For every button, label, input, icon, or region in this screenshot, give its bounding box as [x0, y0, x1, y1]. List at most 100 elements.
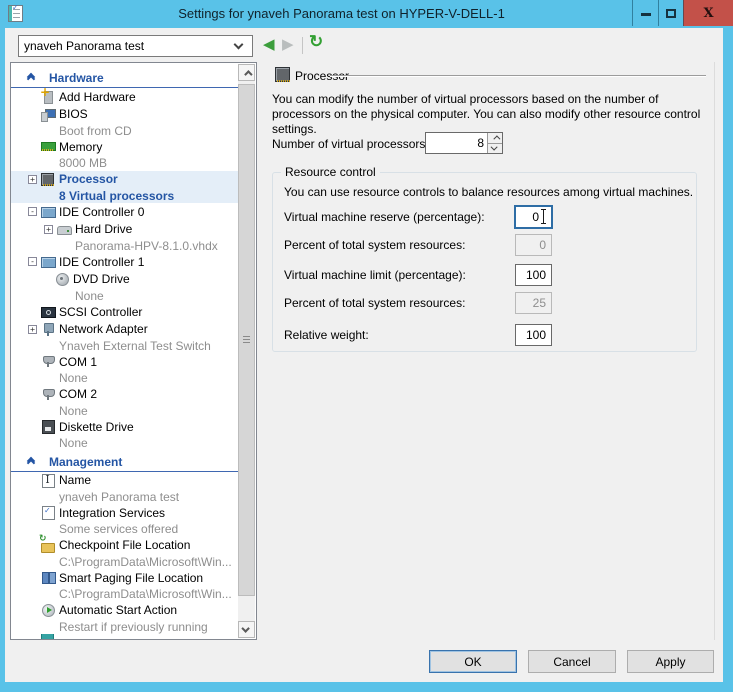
- sidebar-item-bios[interactable]: BIOS: [11, 106, 238, 124]
- text-cursor-icon: [543, 209, 544, 224]
- sidebar-scrollbar[interactable]: [238, 64, 255, 638]
- com-port-icon: [41, 355, 55, 368]
- stepper-buttons: [487, 133, 502, 153]
- sidebar-item-label: Processor: [59, 172, 118, 186]
- name-icon: [41, 474, 55, 487]
- add-hardware-icon: [41, 90, 55, 103]
- sidebar-item-processor[interactable]: + Processor: [11, 171, 238, 189]
- sidebar-item-sublabel: None: [11, 371, 238, 386]
- sidebar-item-checkpoint-file-location[interactable]: Checkpoint File Location: [11, 537, 238, 555]
- sidebar-section-management[interactable]: Management: [11, 453, 238, 472]
- sidebar-item-sublabel: None: [11, 436, 238, 451]
- sidebar-item-label: IDE Controller 0: [59, 205, 144, 219]
- chevron-down-icon: [234, 40, 244, 50]
- sidebar-item-sublabel: Restart if previously running: [11, 619, 238, 634]
- memory-icon: [41, 140, 55, 153]
- smart-paging-icon: [41, 571, 55, 584]
- sidebar-item-diskette-drive[interactable]: Diskette Drive: [11, 418, 238, 436]
- spin-up-button[interactable]: [488, 133, 502, 144]
- sidebar-item-automatic-start-action[interactable]: Automatic Start Action: [11, 602, 238, 620]
- checkpoint-icon: [41, 539, 55, 552]
- sidebar-item-label: BIOS: [59, 107, 88, 121]
- expander-icon[interactable]: +: [28, 325, 37, 334]
- sidebar-item-scsi-controller[interactable]: SCSI Controller: [11, 303, 238, 321]
- titlebar[interactable]: Settings for ynaveh Panorama test on HYP…: [0, 0, 733, 28]
- sidebar-item-label: Smart Paging File Location: [59, 571, 203, 585]
- settings-dialog: Settings for ynaveh Panorama test on HYP…: [0, 0, 733, 692]
- ide-controller-icon: [41, 205, 55, 218]
- scroll-up-button[interactable]: [238, 64, 255, 81]
- back-button[interactable]: ◀: [263, 36, 275, 54]
- sidebar-item-sublabel: C:\ProgramData\Microsoft\Win...: [11, 554, 238, 569]
- minimize-icon: [641, 13, 651, 16]
- minimize-button[interactable]: [632, 0, 658, 26]
- processor-chip-icon: [275, 67, 290, 82]
- vm-reserve-input[interactable]: [515, 206, 552, 228]
- sidebar-item-hard-drive[interactable]: + Hard Drive: [11, 221, 238, 239]
- scsi-controller-icon: [41, 305, 55, 318]
- close-icon: X: [703, 6, 713, 21]
- sidebar-item-label: Add Hardware: [59, 90, 136, 104]
- vp-count-stepper[interactable]: [425, 132, 503, 154]
- chevron-down-icon: [490, 143, 497, 150]
- sidebar-item-sublabel: None: [11, 403, 238, 418]
- sidebar-item-add-hardware[interactable]: Add Hardware: [11, 88, 238, 106]
- panel-edge-line: [714, 62, 715, 640]
- spin-down-button[interactable]: [488, 144, 502, 154]
- sidebar-item-sublabel: 8 Virtual processors: [11, 188, 238, 203]
- resource-control-groupbox: Resource control You can use resource co…: [272, 172, 697, 352]
- vp-count-input[interactable]: [426, 133, 487, 153]
- refresh-button[interactable]: ↻: [309, 33, 323, 51]
- section-label: Management: [49, 455, 122, 469]
- relative-weight-input[interactable]: [515, 324, 552, 346]
- section-label: Hardware: [49, 71, 104, 85]
- collapse-chevron-icon: [28, 74, 38, 82]
- dvd-drive-icon: [55, 273, 69, 286]
- cancel-button[interactable]: Cancel: [528, 650, 616, 673]
- sidebar-item-name[interactable]: Name: [11, 472, 238, 490]
- sidebar-item-label: Memory: [59, 140, 102, 154]
- expander-icon[interactable]: +: [44, 225, 53, 234]
- sidebar-item-com-2[interactable]: COM 2: [11, 386, 238, 404]
- settings-tree: Hardware Add Hardware BIOS Boot from CD …: [10, 62, 257, 640]
- sidebar-item-label: Network Adapter: [59, 322, 148, 336]
- sidebar-item-smart-paging-file-location[interactable]: Smart Paging File Location: [11, 569, 238, 587]
- sidebar-item-sublabel: ynaveh Panorama test: [11, 489, 238, 504]
- sidebar-item-label: COM 2: [59, 387, 97, 401]
- maximize-button[interactable]: [658, 0, 683, 26]
- sidebar-item-integration-services[interactable]: Integration Services: [11, 504, 238, 522]
- sidebar-item-label: Automatic Start Action: [59, 603, 177, 617]
- sidebar-item-label: COM 1: [59, 355, 97, 369]
- sidebar-item-network-adapter[interactable]: + Network Adapter: [11, 321, 238, 339]
- expander-icon[interactable]: -: [28, 257, 37, 266]
- integration-services-icon: [41, 506, 55, 519]
- sidebar-item-ide-controller-0[interactable]: - IDE Controller 0: [11, 203, 238, 221]
- vm-selector-combobox[interactable]: ynaveh Panorama test: [18, 35, 253, 57]
- sidebar-item-ide-controller-1[interactable]: - IDE Controller 1: [11, 253, 238, 271]
- app-icon: [8, 5, 23, 22]
- reserve-percent-label: Percent of total system resources:: [284, 238, 465, 252]
- sidebar-item-label: Diskette Drive: [59, 420, 134, 434]
- vm-limit-input[interactable]: [515, 264, 552, 286]
- expander-icon[interactable]: -: [28, 207, 37, 216]
- ok-button[interactable]: OK: [429, 650, 517, 673]
- hard-drive-icon: [57, 223, 71, 236]
- close-button[interactable]: X: [683, 0, 733, 26]
- sidebar-item-sublabel: Panorama-HPV-8.1.0.vhdx: [11, 238, 238, 253]
- sidebar-item-label: Hard Drive: [75, 222, 132, 236]
- toolbar-separator: [302, 37, 303, 54]
- sidebar-item-memory[interactable]: Memory: [11, 138, 238, 156]
- sidebar-item-com-1[interactable]: COM 1: [11, 353, 238, 371]
- sidebar-item-sublabel: 8000 MB: [11, 156, 238, 171]
- expander-icon[interactable]: +: [28, 175, 37, 184]
- chevron-up-icon: [244, 70, 252, 78]
- autostart-icon: [41, 604, 55, 617]
- relative-weight-label: Relative weight:: [284, 328, 369, 342]
- sidebar-item-dvd-drive[interactable]: DVD Drive: [11, 271, 238, 289]
- scrollbar-thumb[interactable]: [238, 84, 255, 596]
- apply-button[interactable]: Apply: [627, 650, 714, 673]
- scroll-down-button[interactable]: [238, 621, 255, 638]
- sidebar-item-label: DVD Drive: [73, 272, 130, 286]
- vm-reserve-label: Virtual machine reserve (percentage):: [284, 210, 485, 224]
- maximize-icon: [666, 9, 676, 18]
